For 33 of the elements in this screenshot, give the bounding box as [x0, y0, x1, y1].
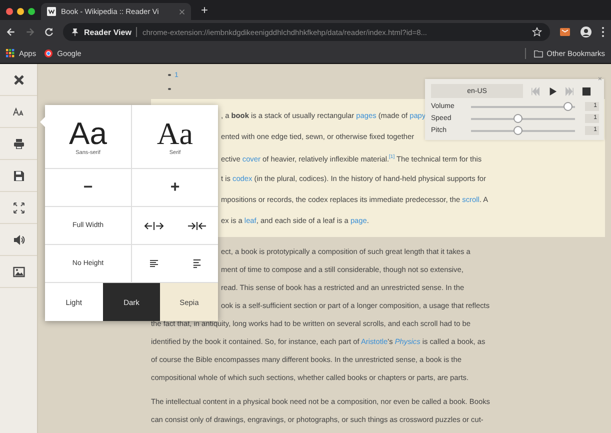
fullscreen-icon[interactable]: [12, 202, 24, 214]
star-icon[interactable]: [532, 27, 542, 37]
narrow-icon[interactable]: [186, 220, 206, 230]
apps-grid-icon: [6, 49, 15, 58]
folder-icon: [534, 49, 543, 58]
reload-icon[interactable]: [44, 27, 54, 37]
wikipedia-icon: [47, 7, 56, 16]
window-controls-icon[interactable]: [6, 6, 35, 14]
play-icon[interactable]: [548, 86, 557, 96]
slider-thumb[interactable]: [563, 102, 572, 111]
printer-icon[interactable]: [12, 138, 24, 150]
pin-icon: [71, 28, 79, 36]
font-size-icon[interactable]: [12, 106, 24, 118]
close-icon[interactable]: [12, 74, 24, 86]
line-spacing-icon[interactable]: [150, 259, 158, 268]
profile-icon[interactable]: [580, 26, 592, 38]
extension-icon[interactable]: [559, 26, 571, 38]
stop-icon[interactable]: [582, 86, 591, 96]
back-icon[interactable]: [6, 27, 16, 37]
bullet-icon: [168, 74, 170, 76]
new-tab-button[interactable]: +: [197, 3, 212, 17]
line-spacing-icon[interactable]: [192, 259, 200, 268]
slider-thumb[interactable]: [514, 114, 523, 123]
slider-thumb[interactable]: [514, 126, 523, 135]
speaker-icon[interactable]: [12, 234, 24, 246]
font-size-button[interactable]: −: [45, 169, 132, 206]
menu-icon[interactable]: [601, 26, 605, 38]
image-icon[interactable]: [12, 266, 24, 278]
widen-icon[interactable]: [144, 220, 164, 230]
page-label: Reader View: [84, 28, 132, 36]
globe-icon: [44, 49, 54, 58]
close-tab-icon[interactable]: [179, 8, 185, 14]
bullet-icon: [168, 88, 170, 90]
